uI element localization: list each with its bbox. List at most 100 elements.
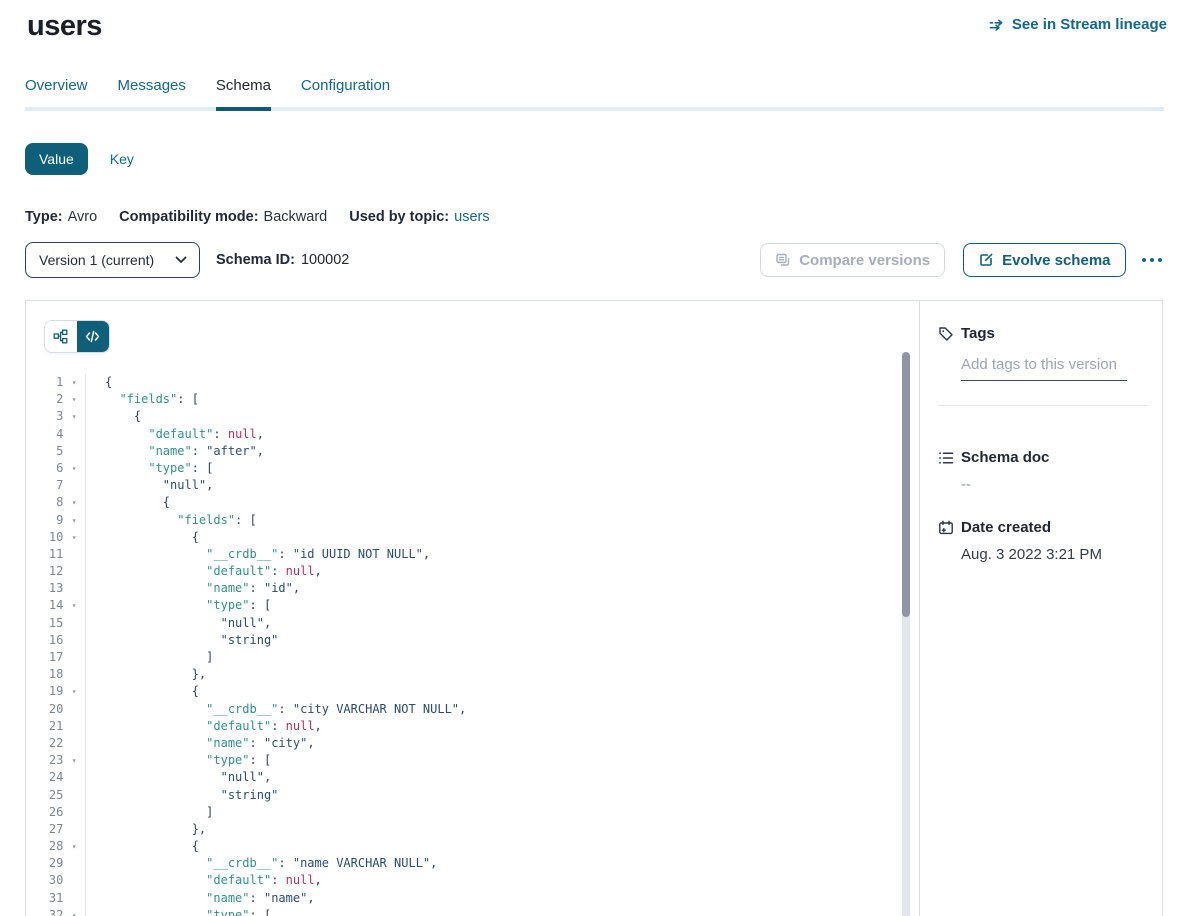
gutter-line: 11 — [26, 546, 85, 563]
page-header: users See in Stream lineage — [0, 0, 1189, 43]
gutter-line: 16 — [26, 632, 85, 649]
tab-bar: Overview Messages Schema Configuration — [25, 77, 1164, 111]
fold-arrow-icon[interactable]: ▾ — [63, 374, 85, 391]
code-line: "__crdb__": "name VARCHAR NULL", — [105, 855, 466, 872]
code-line: "string" — [105, 632, 466, 649]
fold-arrow-icon[interactable]: ▾ — [63, 408, 85, 425]
gutter-line: 12 — [26, 563, 85, 580]
tab-messages[interactable]: Messages — [118, 77, 186, 107]
gutter-line: 26 — [26, 804, 85, 821]
code-line: }, — [105, 821, 466, 838]
type-value: Avro — [68, 209, 98, 225]
code-line: { — [105, 838, 466, 855]
gutter-line: 2▾ — [26, 391, 85, 408]
code-line: "type": [ — [105, 597, 466, 614]
gutter-line: 31 — [26, 890, 85, 907]
type-label: Type: — [25, 209, 63, 225]
tags-section: Tags — [938, 325, 1146, 406]
code-line: "null", — [105, 769, 466, 786]
value-key-toggle: Value Key — [25, 143, 1189, 175]
date-created-value: Aug. 3 2022 3:21 PM — [961, 546, 1146, 563]
schema-panel: 1▾2▾3▾456▾78▾9▾10▾11121314▾1516171819▾20… — [25, 300, 1163, 916]
version-bar: Version 1 (current) Schema ID: 100002 Co… — [25, 242, 1164, 278]
key-toggle-button[interactable]: Key — [110, 151, 134, 167]
code-line: "default": null, — [105, 718, 466, 735]
gutter-line: 8▾ — [26, 494, 85, 511]
tab-overview[interactable]: Overview — [25, 77, 88, 107]
more-options-button[interactable] — [1140, 252, 1165, 269]
compatibility-mode: Compatibility mode: Backward — [119, 209, 327, 225]
gutter-line: 29 — [26, 855, 85, 872]
fold-arrow-icon[interactable]: ▾ — [63, 907, 85, 916]
code-line: "__crdb__": "id UUID NOT NULL", — [105, 546, 466, 563]
code-editor-area[interactable]: 1▾2▾3▾456▾78▾9▾10▾11121314▾1516171819▾20… — [26, 374, 919, 916]
tree-view-button[interactable] — [45, 321, 77, 352]
schema-type: Type: Avro — [25, 209, 97, 225]
tags-input[interactable] — [961, 356, 1127, 381]
gutter-line: 21 — [26, 718, 85, 735]
code-line: "fields": [ — [105, 391, 466, 408]
code-line: { — [105, 494, 466, 511]
compare-versions-label: Compare versions — [799, 252, 930, 269]
code-view-button[interactable] — [77, 321, 109, 352]
fold-arrow-icon[interactable]: ▾ — [63, 597, 85, 614]
tree-view-icon — [53, 329, 69, 345]
editor-gutter[interactable]: 1▾2▾3▾456▾78▾9▾10▾11121314▾1516171819▾20… — [26, 374, 86, 916]
fold-arrow-icon[interactable]: ▾ — [63, 529, 85, 546]
schema-doc-value: -- — [961, 476, 1146, 493]
sidebar-divider — [938, 405, 1147, 406]
code-view-icon — [85, 329, 101, 345]
gutter-line: 7 — [26, 477, 85, 494]
code-line: "string" — [105, 787, 466, 804]
gutter-line: 19▾ — [26, 683, 85, 700]
fold-arrow-icon[interactable]: ▾ — [63, 683, 85, 700]
code-line: "__crdb__": "city VARCHAR NOT NULL", — [105, 701, 466, 718]
editor-code[interactable]: { "fields": [ { "default": null, "name":… — [86, 374, 466, 916]
tag-icon — [938, 326, 954, 342]
calendar-plus-icon — [938, 520, 954, 536]
compare-versions-icon — [775, 252, 791, 268]
version-select[interactable]: Version 1 (current) — [25, 242, 200, 278]
code-line: "type": [ — [105, 907, 466, 916]
topic-link[interactable]: users — [454, 209, 489, 225]
gutter-line: 23▾ — [26, 752, 85, 769]
gutter-line: 28▾ — [26, 838, 85, 855]
schema-sidebar: Tags — [919, 301, 1162, 916]
code-line: { — [105, 529, 466, 546]
tags-heading: Tags — [961, 325, 995, 342]
fold-arrow-icon[interactable]: ▾ — [63, 460, 85, 477]
used-by-topic-label: Used by topic: — [349, 209, 449, 225]
tab-schema[interactable]: Schema — [216, 77, 271, 107]
schema-id-label: Schema ID: — [216, 252, 295, 268]
tab-configuration[interactable]: Configuration — [301, 77, 390, 107]
fold-arrow-icon[interactable]: ▾ — [63, 512, 85, 529]
compare-versions-button[interactable]: Compare versions — [760, 243, 945, 277]
stream-lineage-link[interactable]: See in Stream lineage — [989, 16, 1167, 33]
schema-doc-section: Schema doc -- — [938, 449, 1146, 493]
code-line: ] — [105, 649, 466, 666]
code-line: "name": "city", — [105, 735, 466, 752]
evolve-schema-label: Evolve schema — [1002, 252, 1110, 269]
editor-scrollbar-track[interactable] — [902, 352, 910, 916]
code-line: "default": null, — [105, 426, 466, 443]
fold-arrow-icon[interactable]: ▾ — [63, 752, 85, 769]
stream-lineage-label: See in Stream lineage — [1012, 16, 1167, 33]
stream-lineage-icon — [989, 17, 1005, 33]
gutter-line: 32▾ — [26, 907, 85, 916]
schema-doc-heading: Schema doc — [961, 449, 1049, 466]
gutter-line: 14▾ — [26, 597, 85, 614]
fold-arrow-icon[interactable]: ▾ — [63, 391, 85, 408]
code-line: "null", — [105, 615, 466, 632]
fold-arrow-icon[interactable]: ▾ — [63, 838, 85, 855]
value-toggle-button[interactable]: Value — [25, 143, 88, 175]
editor-scrollbar-thumb[interactable] — [902, 352, 910, 617]
schema-page: users See in Stream lineage Overview Mes… — [0, 0, 1189, 916]
code-line: "null", — [105, 477, 466, 494]
code-line: { — [105, 408, 466, 425]
gutter-line: 4 — [26, 426, 85, 443]
gutter-line: 24 — [26, 769, 85, 786]
gutter-line: 20 — [26, 701, 85, 718]
fold-arrow-icon[interactable]: ▾ — [63, 494, 85, 511]
evolve-schema-button[interactable]: Evolve schema — [963, 243, 1125, 277]
gutter-line: 13 — [26, 580, 85, 597]
